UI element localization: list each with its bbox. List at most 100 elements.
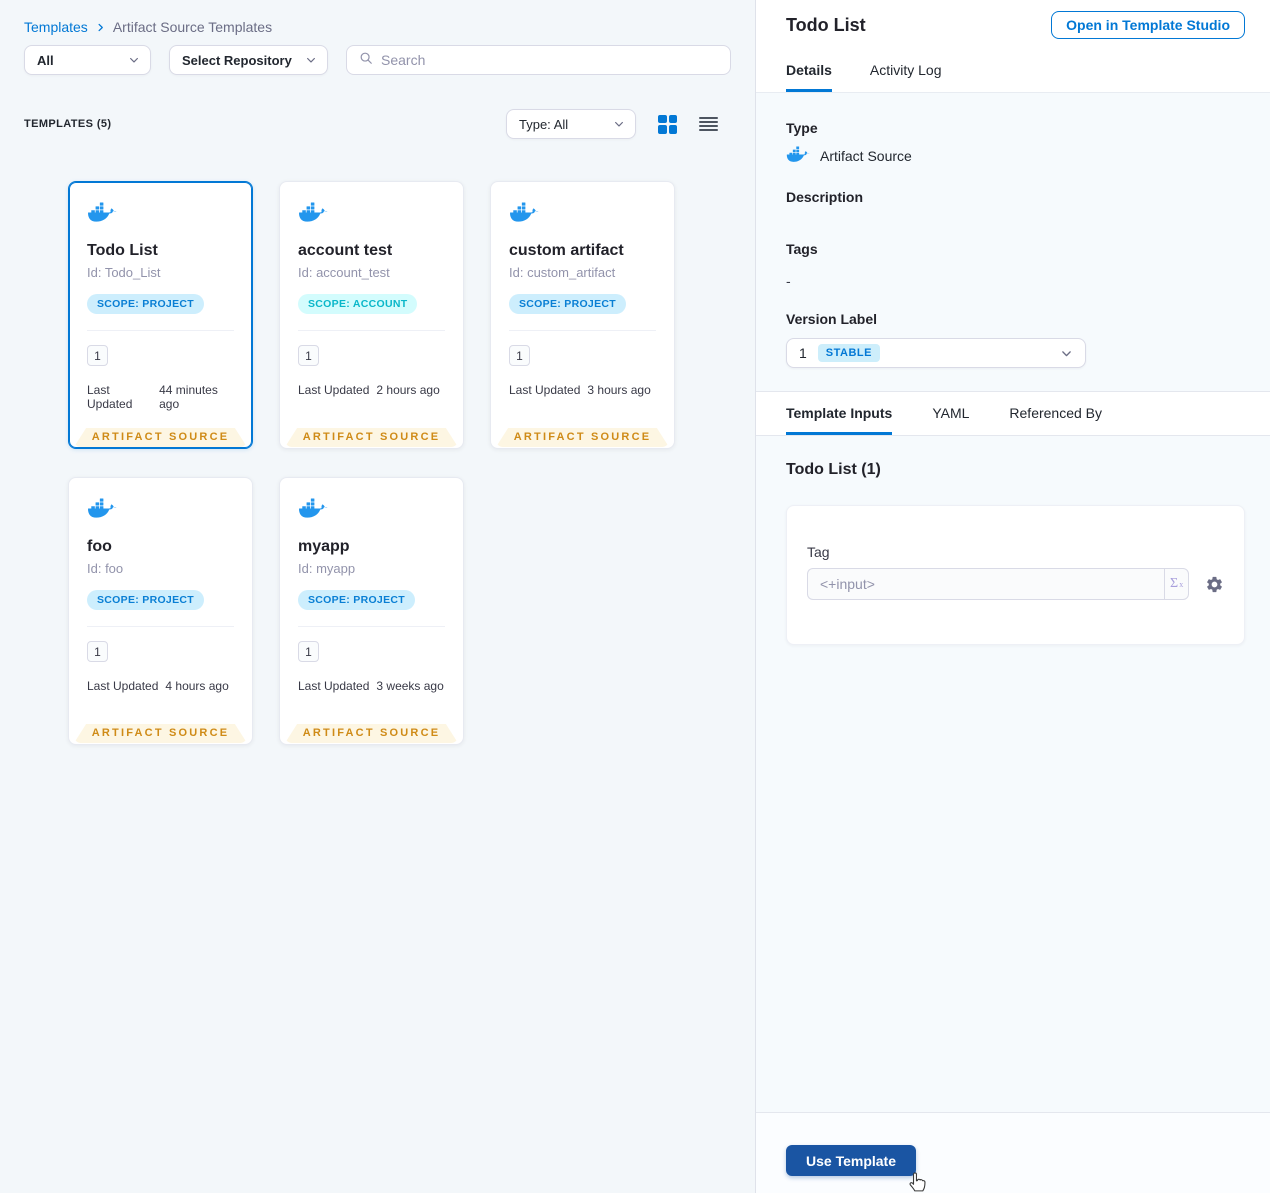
breadcrumb-chevron-icon <box>95 22 106 33</box>
template-id: Id: myapp <box>298 561 356 576</box>
tags-label: Tags <box>786 241 818 257</box>
gear-icon[interactable] <box>1205 575 1224 594</box>
details-section: Type Artifact Source Description Tags - … <box>756 93 1270 391</box>
chevron-down-icon <box>1060 347 1073 360</box>
last-updated-value: 2 hours ago <box>376 383 440 397</box>
template-title: myapp <box>298 538 350 555</box>
artifact-source-ribbon: ARTIFACT SOURCE <box>74 428 247 447</box>
search-icon <box>359 51 373 70</box>
template-card[interactable]: foo Id: foo SCOPE: PROJECT 1 Last Update… <box>68 477 253 745</box>
scope-badge: SCOPE: PROJECT <box>87 590 204 610</box>
template-details-panel: Todo List Open in Template Studio Detail… <box>755 0 1270 1193</box>
last-updated-value: 4 hours ago <box>165 679 229 693</box>
card-divider <box>298 330 445 331</box>
tab-referenced-by[interactable]: Referenced By <box>1009 405 1102 435</box>
tags-value: - <box>786 273 791 289</box>
type-value: Artifact Source <box>820 148 912 164</box>
template-card[interactable]: Todo List Id: Todo_List SCOPE: PROJECT 1… <box>68 181 253 449</box>
use-template-button[interactable]: Use Template <box>786 1145 916 1176</box>
chevron-down-icon <box>120 54 140 66</box>
details-title: Todo List <box>786 14 866 35</box>
type-filter-select[interactable]: Type: All <box>506 109 636 139</box>
card-divider <box>509 330 656 331</box>
search-box <box>346 45 731 75</box>
tab-activity-log[interactable]: Activity Log <box>870 62 942 92</box>
repository-filter-select[interactable]: Select Repository <box>169 45 328 75</box>
artifact-source-ribbon: ARTIFACT SOURCE <box>496 428 669 447</box>
docker-icon <box>298 202 328 227</box>
template-card[interactable]: myapp Id: myapp SCOPE: PROJECT 1 Last Up… <box>279 477 464 745</box>
breadcrumb: Templates Artifact Source Templates <box>0 0 755 35</box>
breadcrumb-templates-link[interactable]: Templates <box>24 19 88 35</box>
template-inputs-body: Todo List (1) Tag Σx <box>756 436 1270 1112</box>
artifact-source-ribbon: ARTIFACT SOURCE <box>74 724 247 743</box>
tab-template-inputs[interactable]: Template Inputs <box>786 405 893 435</box>
type-label: Type <box>786 120 818 136</box>
template-id: Id: custom_artifact <box>509 265 616 280</box>
inputs-title: Todo List (1) <box>786 461 881 478</box>
scope-filter-value: All <box>37 52 54 68</box>
docker-icon <box>509 202 539 227</box>
template-library-panel: Templates Artifact Source Templates All … <box>0 0 755 1193</box>
type-filter-value: Type: All <box>519 116 569 132</box>
template-title: account test <box>298 242 393 259</box>
filter-bar: All Select Repository <box>24 45 731 75</box>
chevron-down-icon <box>297 54 317 66</box>
tag-label: Tag <box>807 544 830 560</box>
version-count-chip: 1 <box>298 641 319 662</box>
scope-badge: SCOPE: PROJECT <box>87 294 204 314</box>
list-view-icon[interactable] <box>699 116 718 133</box>
template-card[interactable]: account test Id: account_test SCOPE: ACC… <box>279 181 464 449</box>
list-toolbar: TEMPLATES (5) Type: All <box>24 109 718 139</box>
scope-badge: SCOPE: PROJECT <box>509 294 626 314</box>
breadcrumb-current: Artifact Source Templates <box>112 19 273 35</box>
last-updated-label: Last Updated <box>298 383 370 397</box>
expression-fx-button[interactable]: Σx <box>1164 568 1189 600</box>
grid-view-icon[interactable] <box>658 114 677 134</box>
scope-badge: SCOPE: PROJECT <box>298 590 415 610</box>
last-updated-label: Last Updated <box>298 679 370 693</box>
stable-badge: STABLE <box>817 344 880 362</box>
app-window: Templates Artifact Source Templates All … <box>0 0 1270 1193</box>
description-label: Description <box>786 189 864 205</box>
card-divider <box>298 626 445 627</box>
last-updated-value: 44 minutes ago <box>159 383 218 411</box>
repository-filter-value: Select Repository <box>182 52 292 68</box>
inputs-tabs: Template Inputs YAML Referenced By <box>756 391 1270 436</box>
version-count-chip: 1 <box>87 345 108 366</box>
template-title: Todo List <box>87 242 158 259</box>
templates-count: TEMPLATES (5) <box>24 118 112 130</box>
scope-filter-select[interactable]: All <box>24 45 151 75</box>
last-updated-label: Last Updated <box>87 383 133 411</box>
artifact-source-ribbon: ARTIFACT SOURCE <box>285 428 458 447</box>
search-input[interactable] <box>381 52 718 68</box>
tab-details[interactable]: Details <box>786 62 832 92</box>
open-in-template-studio-button[interactable]: Open in Template Studio <box>1051 11 1245 39</box>
template-id: Id: Todo_List <box>87 265 161 280</box>
version-value: 1 <box>799 345 807 361</box>
template-id: Id: account_test <box>298 265 390 280</box>
version-select[interactable]: 1 STABLE <box>786 338 1086 368</box>
version-count-chip: 1 <box>298 345 319 366</box>
template-title: custom artifact <box>509 242 624 259</box>
tab-yaml[interactable]: YAML <box>932 405 969 435</box>
last-updated-value: 3 weeks ago <box>376 679 444 693</box>
template-title: foo <box>87 538 112 555</box>
last-updated-label: Last Updated <box>509 383 581 397</box>
artifact-source-ribbon: ARTIFACT SOURCE <box>285 724 458 743</box>
card-divider <box>87 626 234 627</box>
details-tabs: Details Activity Log <box>756 50 1270 93</box>
docker-icon <box>87 202 117 227</box>
version-label: Version Label <box>786 311 878 327</box>
templates-grid: Todo List Id: Todo_List SCOPE: PROJECT 1… <box>68 181 755 745</box>
last-updated-value: 3 hours ago <box>587 383 651 397</box>
card-divider <box>87 330 234 331</box>
last-updated-label: Last Updated <box>87 679 159 693</box>
version-count-chip: 1 <box>87 641 108 662</box>
docker-icon <box>786 146 810 166</box>
docker-icon <box>87 498 117 523</box>
details-footer: Use Template <box>756 1112 1270 1193</box>
template-card[interactable]: custom artifact Id: custom_artifact SCOP… <box>490 181 675 449</box>
tag-input[interactable] <box>807 568 1165 600</box>
inputs-card: Tag Σx <box>786 505 1245 645</box>
